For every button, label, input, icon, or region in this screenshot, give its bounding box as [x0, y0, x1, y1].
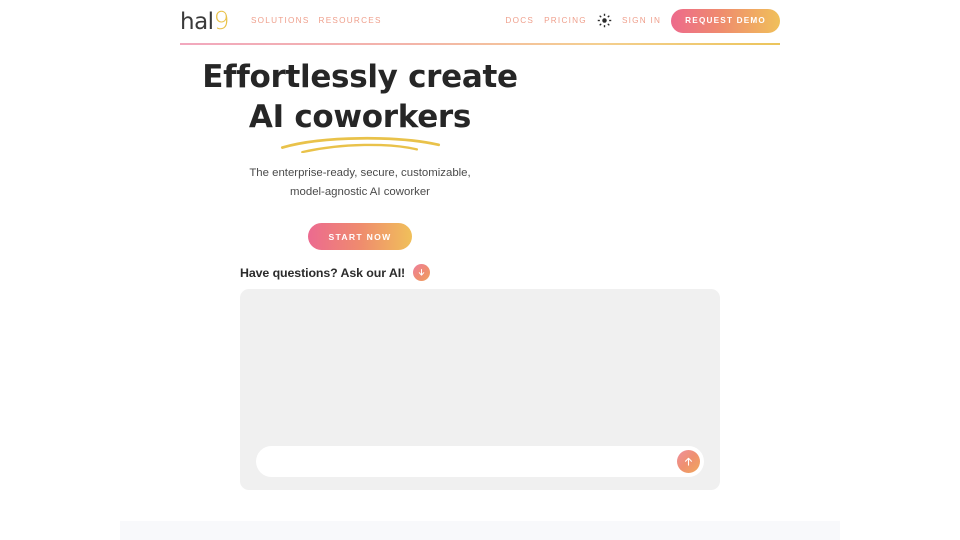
logo-text: hal: [180, 9, 214, 35]
arrow-down-icon: [418, 269, 425, 276]
theme-toggle-button[interactable]: [597, 13, 612, 28]
nav-item-docs[interactable]: DOCS: [505, 16, 534, 25]
chat-panel: [240, 289, 720, 490]
hero-title-line-1: Effortlessly create: [202, 59, 518, 95]
hero-section: Effortlessly create AI coworkers The ent…: [180, 58, 540, 251]
chat-input[interactable]: [270, 446, 677, 477]
ask-ai-label: Have questions? Ask our AI!: [240, 265, 406, 280]
logo[interactable]: hal 9: [180, 6, 229, 35]
send-message-button[interactable]: [677, 450, 700, 473]
ask-ai-prompt-row: Have questions? Ask our AI!: [240, 264, 431, 281]
scroll-to-chat-button[interactable]: [413, 264, 431, 281]
page-title: Effortlessly create AI coworkers: [180, 58, 540, 137]
logo-accent-nine: 9: [213, 6, 230, 35]
secondary-nav: DOCS PRICING SIGN IN REQUEST DEMO: [505, 0, 780, 41]
start-now-button[interactable]: START NOW: [308, 223, 412, 251]
next-section-band: [120, 521, 840, 540]
hero-title-line-2: AI coworkers: [248, 98, 472, 135]
request-demo-button[interactable]: REQUEST DEMO: [671, 8, 780, 33]
chat-message-list: [240, 289, 720, 442]
hero-subtitle: The enterprise-ready, secure, customizab…: [249, 167, 471, 198]
chat-input-bar: [256, 446, 704, 477]
header-divider: [180, 43, 780, 45]
arrow-up-icon: [684, 457, 693, 466]
nav-item-solutions[interactable]: SOLUTIONS: [251, 16, 310, 25]
nav-item-resources[interactable]: RESOURCES: [319, 16, 382, 25]
sun-icon: [597, 13, 612, 28]
nav-item-sign-in[interactable]: SIGN IN: [622, 16, 661, 25]
nav-item-pricing[interactable]: PRICING: [544, 16, 587, 25]
primary-nav: SOLUTIONS RESOURCES: [251, 16, 382, 25]
site-header: hal 9 SOLUTIONS RESOURCES DOCS PRICING S…: [180, 0, 780, 41]
